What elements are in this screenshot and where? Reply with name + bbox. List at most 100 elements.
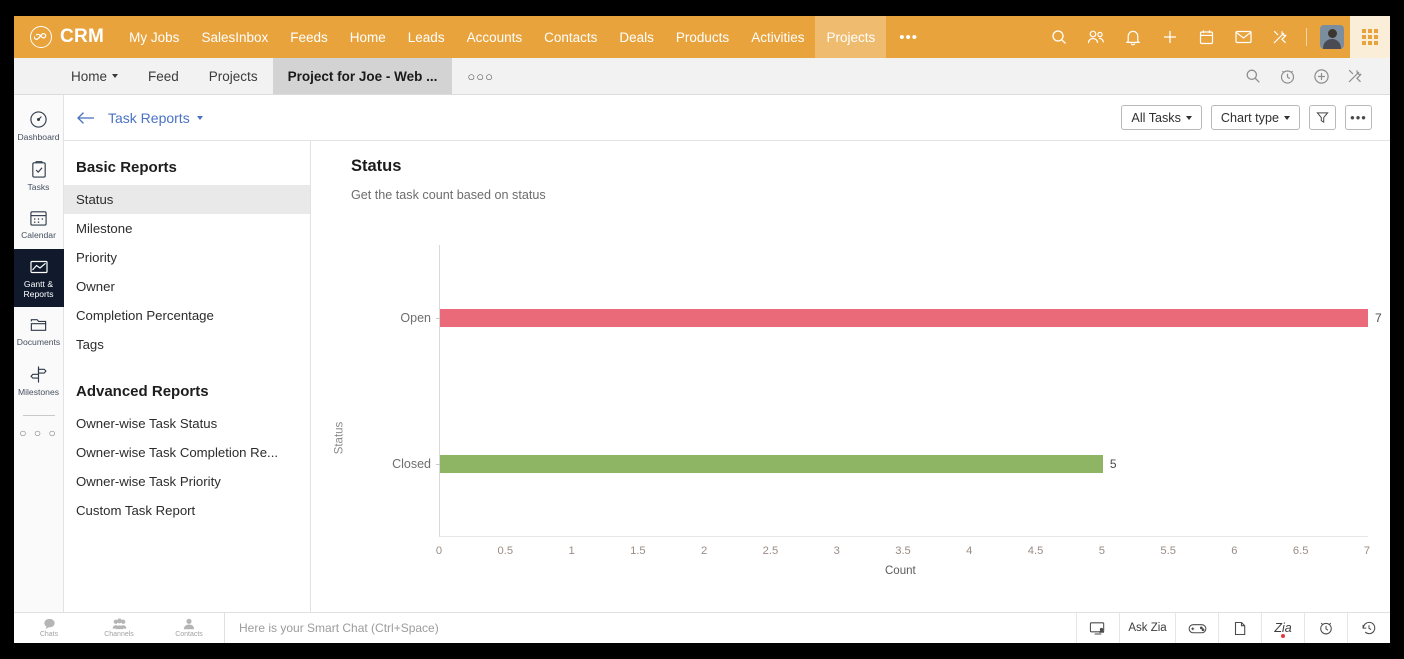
sidebar-item-dashboard[interactable]: Dashboard xyxy=(14,101,64,151)
subnav-item-projects[interactable]: Projects xyxy=(194,58,273,94)
note-flag-icon[interactable] xyxy=(1218,613,1261,643)
calendar-icon xyxy=(30,211,47,226)
bar-chart: Status Open Closed 75 0 0.5 1 1.5 2 2.5 3 3.5 4 4.… xyxy=(311,245,1382,630)
task-reports-dropdown[interactable]: Task Reports xyxy=(108,110,203,126)
arrow-left-icon[interactable] xyxy=(64,111,108,125)
y-axis-tick xyxy=(436,464,440,466)
report-toolbar: Task Reports All Tasks Chart type ••• xyxy=(64,95,1390,142)
sidebar-item-gantt-reports[interactable]: Gantt & Reports xyxy=(14,248,64,308)
sidebar-item-gantt-reports-label: Gantt & Reports xyxy=(23,278,54,299)
folder-icon xyxy=(30,319,47,332)
subnav-item-project-for-joe[interactable]: Project for Joe - Web ... xyxy=(272,58,453,94)
topnav-item-projects[interactable]: Projects xyxy=(815,16,887,58)
filter-button[interactable] xyxy=(1309,105,1336,131)
bell-icon[interactable] xyxy=(1118,16,1147,58)
sidebar-item-documents-label: Documents xyxy=(16,337,61,348)
user-avatar[interactable] xyxy=(1320,25,1344,49)
topnav-item-salesinbox[interactable]: SalesInbox xyxy=(190,16,279,58)
topnav-item-my-jobs[interactable]: My Jobs xyxy=(118,16,190,58)
report-item-status[interactable]: Status xyxy=(64,185,310,215)
sidebar-item-milestones[interactable]: Milestones xyxy=(14,356,64,406)
report-body: Basic Reports Status Milestone Priority … xyxy=(64,141,1390,643)
toolbar-actions: All Tasks Chart type ••• xyxy=(1121,105,1372,131)
x-tick-label: 5.5 xyxy=(1160,545,1176,558)
filter-icon xyxy=(1316,112,1329,124)
rail-divider xyxy=(22,415,55,417)
page-title: Status xyxy=(351,157,402,176)
tools-icon[interactable] xyxy=(1338,58,1372,95)
chart-panel: Status Get the task count based on statu… xyxy=(311,141,1390,643)
users-icon[interactable] xyxy=(1081,16,1110,58)
top-bar-icons xyxy=(1040,16,1390,58)
subnav-more-button[interactable]: ○○○ xyxy=(452,58,509,94)
search-icon[interactable] xyxy=(1044,16,1073,58)
sidebar-item-documents[interactable]: Documents xyxy=(14,307,64,356)
zoho-infinity-icon xyxy=(30,26,52,48)
secondary-nav-items: Home Feed Projects Project for Joe - Web… xyxy=(14,58,509,94)
report-item-owner-wise-task-completion[interactable]: Owner-wise Task Completion Re... xyxy=(64,438,310,467)
topnav-item-accounts[interactable]: Accounts xyxy=(456,16,534,58)
bar-value-open: 7 xyxy=(1375,311,1382,326)
history-clock-icon[interactable] xyxy=(1347,613,1390,643)
topnav-item-home[interactable]: Home xyxy=(339,16,397,58)
x-tick-label: 2.5 xyxy=(762,545,779,558)
bottom-item-chats[interactable]: Chats xyxy=(14,613,84,643)
report-item-custom-task-report[interactable]: Custom Task Report xyxy=(64,496,310,525)
bar-open[interactable] xyxy=(440,309,1368,328)
tools-icon[interactable] xyxy=(1266,16,1295,58)
sidebar-item-milestones-label: Milestones xyxy=(17,386,60,397)
task-reports-label: Task Reports xyxy=(108,109,190,126)
screen-share-icon[interactable] xyxy=(1076,613,1119,643)
envelope-icon[interactable] xyxy=(1229,16,1258,58)
report-item-owner[interactable]: Owner xyxy=(64,272,310,301)
smart-chat-input[interactable]: Here is your Smart Chat (Ctrl+Space) xyxy=(225,613,1076,643)
topnav-item-products[interactable]: Products xyxy=(665,16,740,58)
topnav-item-contacts[interactable]: Contacts xyxy=(533,16,608,58)
rail-more-button[interactable]: ○ ○ ○ xyxy=(19,420,57,446)
report-item-completion-percentage[interactable]: Completion Percentage xyxy=(64,301,310,330)
apps-grid-icon[interactable] xyxy=(1350,16,1390,58)
subnav-item-feed[interactable]: Feed xyxy=(133,58,194,94)
sidebar-item-calendar[interactable]: Calendar xyxy=(14,200,64,249)
topnav-item-leads[interactable]: Leads xyxy=(397,16,456,58)
topnav-item-feeds[interactable]: Feeds xyxy=(279,16,339,58)
crm-logo[interactable]: CRM xyxy=(14,26,118,48)
x-tick-label: 1.5 xyxy=(630,545,646,558)
sidebar-item-dashboard-label: Dashboard xyxy=(17,132,60,142)
channels-icon xyxy=(112,618,126,630)
report-item-tags[interactable]: Tags xyxy=(64,330,310,359)
zia-icon[interactable]: Zia xyxy=(1261,613,1304,643)
bottom-item-channels[interactable]: Channels xyxy=(84,613,154,643)
notification-dot xyxy=(1281,634,1285,638)
sidebar-item-tasks[interactable]: Tasks xyxy=(14,151,64,201)
x-tick-label: 2 xyxy=(701,545,708,558)
topnav-more-button[interactable]: ••• xyxy=(886,16,931,58)
gamepad-icon[interactable] xyxy=(1175,613,1218,643)
report-item-owner-wise-task-status[interactable]: Owner-wise Task Status xyxy=(64,409,310,438)
timer-icon[interactable] xyxy=(1270,58,1304,95)
bottom-item-contacts[interactable]: Contacts xyxy=(154,613,224,643)
ask-zia-button[interactable]: Ask Zia xyxy=(1119,613,1175,643)
topnav-item-deals[interactable]: Deals xyxy=(608,16,665,58)
top-nav-items: My Jobs SalesInbox Feeds Home Leads Acco… xyxy=(118,16,931,58)
chart-area-icon xyxy=(29,260,48,273)
calendar-icon[interactable] xyxy=(1192,16,1221,58)
more-options-button[interactable]: ••• xyxy=(1345,105,1372,131)
search-icon[interactable] xyxy=(1236,58,1270,95)
plus-icon[interactable] xyxy=(1155,16,1184,58)
report-item-milestone[interactable]: Milestone xyxy=(64,214,310,243)
topnav-item-activities[interactable]: Activities xyxy=(740,16,815,58)
report-item-priority[interactable]: Priority xyxy=(64,243,310,272)
bar-value-closed: 5 xyxy=(1109,457,1117,472)
plot-area: 75 xyxy=(436,245,1382,538)
subnav-item-home[interactable]: Home xyxy=(56,58,133,94)
plus-circle-icon[interactable] xyxy=(1304,58,1338,95)
chart-type-dropdown[interactable]: Chart type xyxy=(1210,105,1300,131)
all-tasks-dropdown[interactable]: All Tasks xyxy=(1121,105,1202,131)
application-window: CRM My Jobs SalesInbox Feeds Home Leads … xyxy=(14,16,1390,643)
x-tick-label: 5 xyxy=(1098,545,1105,558)
bottom-status-bar: Chats Channels Contacts Here is your Sma… xyxy=(14,612,1390,643)
report-item-owner-wise-task-priority[interactable]: Owner-wise Task Priority xyxy=(64,467,310,496)
bar-closed[interactable] xyxy=(440,455,1103,474)
alarm-clock-icon[interactable] xyxy=(1304,613,1347,643)
